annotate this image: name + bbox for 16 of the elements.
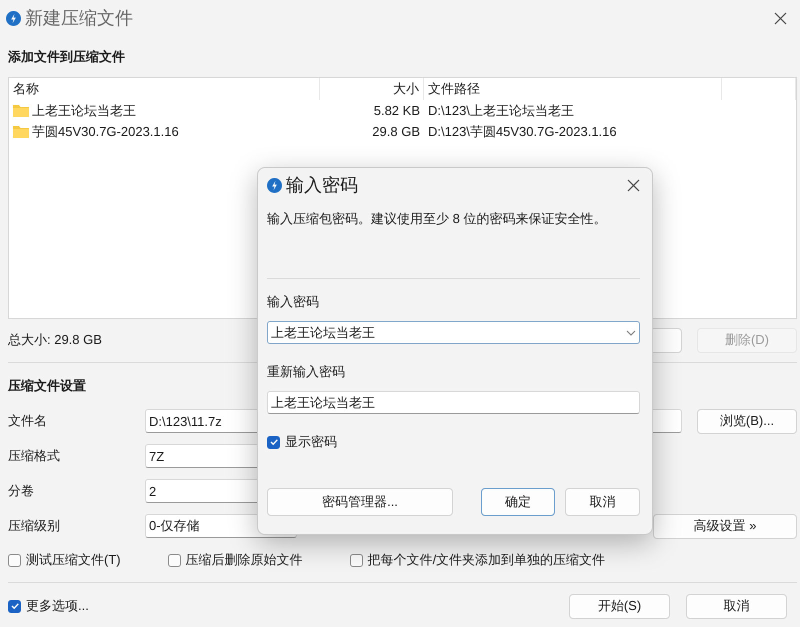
window-title: 新建压缩文件 (25, 7, 134, 30)
file-path: D:\123\芋圆45V30.7G-2023.1.16 (427, 122, 618, 140)
section-heading: 添加文件到压缩文件 (8, 48, 125, 66)
section-heading: 压缩文件设置 (8, 377, 86, 395)
file-size: 5.82 KB (372, 103, 421, 118)
field-label: 分卷 (8, 482, 35, 500)
field-label: 压缩格式 (8, 447, 61, 465)
file-path: D:\123\上老王论坛当老王 (427, 102, 575, 120)
dialog-title: 输入密码 (286, 174, 359, 197)
file-size: 29.8 GB (371, 124, 421, 139)
field-label: 压缩级别 (8, 517, 61, 535)
total-size: 总大小: 29.8 GB (8, 332, 102, 347)
field-label: 输入密码 (267, 293, 319, 311)
field-label: 重新输入密码 (267, 363, 345, 381)
description-text: 输入压缩包密码。建议使用至少 8 位的密码来保证安全性。 (267, 211, 606, 226)
field-label: 文件名 (8, 412, 48, 430)
